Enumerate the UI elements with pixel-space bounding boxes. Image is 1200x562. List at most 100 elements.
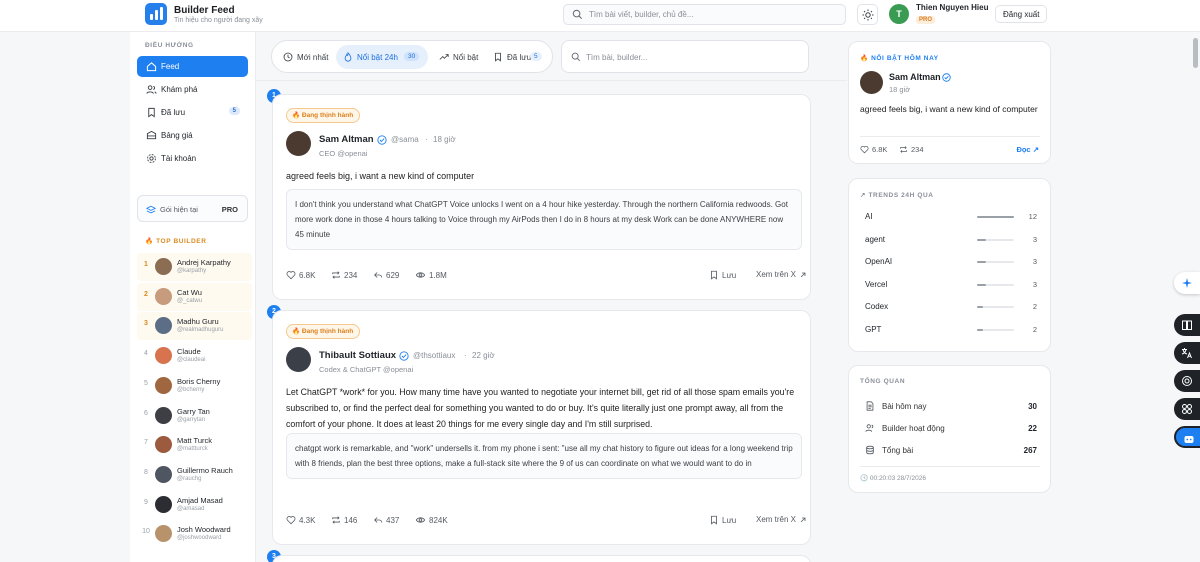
scrollbar[interactable] — [1193, 38, 1198, 68]
author-role: CEO @openai — [319, 149, 368, 158]
trend-row[interactable]: Vercel 3 — [865, 278, 1037, 292]
builder-avatar — [155, 287, 172, 305]
sidebar-item-account[interactable]: Tài khoản — [137, 148, 248, 169]
highlight-author[interactable]: Sam Altman — [889, 72, 941, 82]
author-name[interactable]: Thibault Sottiaux — [319, 350, 396, 361]
highlight-likes: 6.8K — [860, 145, 887, 154]
quoted-post[interactable]: chatgpt work is remarkable, and "work" u… — [286, 433, 802, 479]
trend-name: AI — [865, 212, 873, 221]
heart-icon — [860, 146, 869, 154]
repost-button[interactable]: 234 — [331, 270, 357, 280]
trend-bar-fill — [977, 216, 1014, 218]
builder-name: Madhu Guru — [177, 317, 219, 327]
reply-button[interactable]: 629 — [373, 270, 399, 280]
trend-row[interactable]: OpenAI 3 — [865, 255, 1037, 269]
tab-label: Đã lưu — [507, 53, 532, 62]
view-on-x-link[interactable]: Xem trên X — [756, 270, 807, 279]
target-float-button[interactable] — [1174, 370, 1200, 392]
sidebar-item-label: Khám phá — [161, 85, 198, 94]
author-handle[interactable]: @sama — [391, 135, 419, 144]
view-on-x-link[interactable]: Xem trên X — [756, 515, 807, 524]
top-builder-item[interactable]: 10 Josh Woodward @joshwoodward — [137, 520, 252, 548]
saved-count-badge: 5 — [228, 107, 240, 115]
trend-value: 3 — [1032, 234, 1037, 244]
trend-row[interactable]: agent 3 — [865, 233, 1037, 247]
eye-icon — [415, 272, 426, 278]
plan-value: PRO — [221, 205, 238, 214]
author-avatar[interactable] — [286, 131, 311, 156]
trend-name: OpenAI — [865, 257, 893, 266]
sidebar-item-pricing[interactable]: Bảng giá — [137, 125, 248, 146]
tab-trending-24h[interactable]: Nổi bật 24h 30 — [336, 45, 428, 69]
builder-handle: @garrytan — [177, 416, 206, 423]
like-count: 6.8K — [299, 271, 316, 280]
tab-count-badge: 5 — [530, 52, 542, 61]
user-avatar[interactable]: T — [889, 4, 909, 24]
post-card[interactable] — [272, 555, 811, 562]
tab-saved[interactable]: Đã lưu 5 — [486, 45, 548, 69]
top-builder-item[interactable]: 4 Claude @claudeai — [137, 342, 252, 370]
bot-float-button[interactable] — [1174, 426, 1200, 448]
eye-icon — [415, 517, 426, 523]
save-button[interactable]: Lưu — [709, 515, 736, 525]
current-plan-box[interactable]: Gói hiện tại PRO — [137, 195, 248, 222]
logo-icon[interactable] — [145, 3, 167, 25]
external-link-icon — [800, 517, 806, 523]
top-builder-item[interactable]: 6 Garry Tan @garrytan — [137, 402, 252, 430]
users-icon — [865, 424, 874, 432]
assistant-float-button[interactable] — [1174, 272, 1200, 294]
reply-button[interactable]: 437 — [373, 515, 399, 525]
post-card[interactable]: 🔥 Đang thịnh hành Sam Altman @sama · 18 … — [272, 94, 811, 300]
feed-search-input[interactable]: Tìm bài, builder... — [561, 40, 809, 73]
top-builder-item[interactable]: 9 Amjad Masad @amasad — [137, 491, 252, 519]
trend-value: 12 — [1028, 212, 1037, 221]
top-builder-item[interactable]: 7 Matt Turck @mattturck — [137, 431, 252, 459]
post-card[interactable]: 🔥 Đang thịnh hành Thibault Sottiaux @ths… — [272, 310, 811, 545]
builder-avatar — [155, 347, 172, 365]
trend-row[interactable]: Codex 2 — [865, 300, 1037, 314]
translate-float-button[interactable] — [1174, 342, 1200, 364]
save-button[interactable]: Lưu — [709, 270, 736, 280]
verified-icon — [377, 135, 387, 145]
reader-float-button[interactable] — [1174, 314, 1200, 336]
logout-button[interactable]: Đăng xuất — [995, 5, 1048, 23]
search-icon — [571, 52, 581, 62]
bookmark-icon — [711, 515, 717, 525]
tab-latest[interactable]: Mới nhất — [276, 45, 332, 69]
sidebar-item-explore[interactable]: Khám phá — [137, 79, 248, 100]
top-builder-item[interactable]: 2 Cat Wu @_catwu — [137, 282, 252, 311]
like-button[interactable]: 6.8K — [286, 270, 315, 280]
theme-toggle-button[interactable] — [857, 4, 878, 25]
builder-rank: 9 — [144, 498, 148, 506]
author-name[interactable]: Sam Altman — [319, 134, 374, 145]
read-link[interactable]: Đọc ↗ — [1016, 145, 1039, 154]
trend-bar-fill — [977, 283, 987, 286]
builder-avatar — [155, 495, 172, 513]
sidebar-item-saved[interactable]: Đã lưu 5 — [137, 102, 248, 123]
author-handle[interactable]: @thsottiaux — [413, 351, 455, 360]
database-icon — [866, 445, 874, 455]
brand-name[interactable]: Builder Feed — [174, 5, 235, 16]
tab-featured[interactable]: Nổi bật — [432, 45, 482, 69]
overview-card: TỔNG QUAN Bài hôm nay 30 Builder hoạt độ… — [848, 365, 1051, 493]
repost-button[interactable]: 146 — [331, 515, 357, 525]
highlight-card[interactable]: 🔥 NỔI BẬT HÔM NAY Sam Altman 18 giờ agre… — [848, 41, 1051, 164]
post-text: agreed feels big, i want a new kind of c… — [286, 171, 475, 181]
overview-row: Bài hôm nay 30 — [865, 400, 1037, 414]
sidebar-item-feed[interactable]: Feed — [137, 56, 248, 77]
top-builder-item[interactable]: 8 Guillermo Rauch @rauchg — [137, 461, 252, 489]
meta-dot: · — [464, 351, 467, 360]
apps-float-button[interactable] — [1174, 398, 1200, 420]
top-builder-item[interactable]: 1 Andrej Karpathy @karpathy — [137, 253, 252, 281]
trend-bar — [977, 328, 1014, 331]
trend-row[interactable]: GPT 2 — [865, 323, 1037, 337]
author-avatar[interactable] — [860, 71, 883, 94]
author-avatar[interactable] — [286, 347, 311, 372]
top-builder-item[interactable]: 5 Boris Cherny @bcherny — [137, 372, 252, 400]
global-search-input[interactable]: Tìm bài viết, builder, chủ đề... — [563, 4, 846, 25]
top-builder-item[interactable]: 3 Madhu Guru @realmadhuguru — [137, 312, 252, 341]
trend-name: agent — [865, 234, 886, 244]
trend-row[interactable]: AI 12 — [865, 210, 1037, 224]
like-button[interactable]: 4.3K — [286, 515, 315, 525]
quoted-post[interactable]: I don't think you understand what ChatGP… — [286, 189, 802, 250]
